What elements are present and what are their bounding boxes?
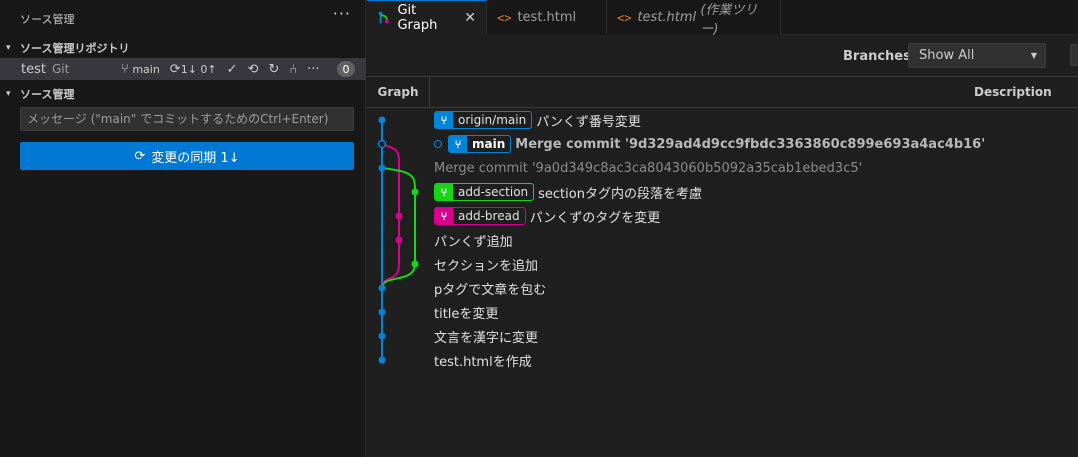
branch-ref-label[interactable]: ⑂ origin/main <box>434 111 533 129</box>
branch-ref-label[interactable]: ⑂ add-bread <box>434 207 526 225</box>
chevron-down-icon: ▾ <box>6 43 11 53</box>
more-icon[interactable]: ··· <box>307 62 319 77</box>
repositories-section-header[interactable]: ▾ ソース管理リポジトリ <box>6 40 129 56</box>
changes-count-badge: 0 <box>337 61 355 77</box>
branch-ref-label[interactable]: ⑂ main <box>448 135 512 153</box>
branch-ref-name: add-bread <box>458 209 520 223</box>
commit-row[interactable]: Merge commit '9a0d349c8ac3ca8043060b5092… <box>434 156 862 180</box>
commit-node[interactable] <box>411 188 419 196</box>
commit-node[interactable] <box>378 308 386 316</box>
graph-table-header: Graph Description <box>367 76 1078 108</box>
commit-message: pタグで文章を包む <box>434 282 547 298</box>
column-header-description[interactable]: Description <box>974 85 1052 99</box>
tab-test-html[interactable]: <> test.html <box>487 0 607 35</box>
branches-dropdown[interactable]: Show All ▼ <box>908 43 1046 68</box>
commit-node[interactable] <box>377 139 387 149</box>
column-header-graph[interactable]: Graph <box>367 77 430 107</box>
commit-node[interactable] <box>378 356 386 364</box>
commit-row[interactable]: パンくず追加 <box>434 228 513 252</box>
branches-toolbar: Branches: Show All ▼ <box>367 36 1078 76</box>
sync-changes-button[interactable]: ⟳ 変更の同期 1↓ <box>20 142 354 170</box>
commit-message: パンくずのタグを変更 <box>529 210 661 226</box>
commit-row[interactable]: ⑂ main Merge commit '9d329ad4d9cc9fbdc3363… <box>434 132 985 156</box>
git-graph-tab-icon <box>378 11 389 24</box>
commit-node[interactable] <box>378 332 386 340</box>
branch-icon: ⑂ <box>449 136 467 152</box>
branch-icon: ⑂ <box>435 208 453 224</box>
commit-node[interactable] <box>411 260 419 268</box>
commit-row[interactable]: test.htmlを作成 <box>434 348 532 372</box>
commit-message: 文言を漢字に変更 <box>434 330 539 346</box>
changes-section-label: ソース管理 <box>20 88 75 101</box>
repo-type: Git <box>51 62 70 76</box>
branch-icon: ⑂ <box>435 184 453 200</box>
branch-ref-name: origin/main <box>458 113 527 127</box>
toolbar-checkbox[interactable] <box>1070 44 1078 66</box>
sync-counts: 1↓ 0↑ <box>180 62 217 76</box>
commit-node[interactable] <box>378 116 386 124</box>
html-file-icon: <> <box>497 10 512 25</box>
repo-name: test <box>21 61 46 77</box>
commit-graph <box>377 116 419 364</box>
commit-check-icon[interactable]: ✓ <box>227 62 238 77</box>
commit-message: パンくず追加 <box>434 234 513 250</box>
branch-name: main <box>132 62 160 76</box>
tab-test-html-working-tree[interactable]: <> test.html (作業ツリー) <box>607 0 781 37</box>
panel-title: ソース管理 <box>20 13 75 26</box>
branches-value: Show All <box>919 48 975 63</box>
commit-message: Merge commit '9a0d349c8ac3ca8043060b5092… <box>434 160 863 176</box>
commit-row[interactable]: ⑂ origin/main パンくず番号変更 <box>434 108 641 132</box>
commit-row[interactable]: ⑂ add-section sectionタグ内の段落を考慮 <box>434 180 702 204</box>
branches-label: Branches: <box>843 49 917 64</box>
commit-message: sectionタグ内の段落を考慮 <box>538 186 702 202</box>
more-actions-icon[interactable]: ··· <box>333 4 351 23</box>
commit-message: titleを変更 <box>434 306 499 322</box>
refresh-icon[interactable]: ↻ <box>268 62 279 77</box>
tab-git-graph[interactable]: Git Graph ✕ <box>367 0 487 35</box>
branch-picker[interactable]: ⑂ main <box>121 62 160 77</box>
commit-node[interactable] <box>395 236 403 244</box>
branch-ref-name: add-section <box>458 185 529 199</box>
chevron-down-icon: ▼ <box>1030 51 1037 60</box>
commit-message-input[interactable] <box>20 107 354 131</box>
git-graph-view: Branches: Show All ▼ Graph Description ⑂… <box>367 36 1078 457</box>
tab-label: Git Graph <box>397 3 438 33</box>
current-head-icon <box>434 140 442 148</box>
sync-status[interactable]: ⟳1↓ 0↑ <box>170 62 217 77</box>
commit-row[interactable]: pタグで文章を包む <box>434 276 546 300</box>
sync-icon: ⟳ <box>169 61 181 77</box>
commit-row[interactable]: ⑂ add-bread パンくずのタグを変更 <box>434 204 660 228</box>
editor-tabs: Git Graph ✕ <> test.html <> test.html (作… <box>367 0 1078 37</box>
branch-ref-name: main <box>472 137 506 151</box>
commit-message: test.htmlを作成 <box>434 354 532 370</box>
changes-section-header[interactable]: ▾ ソース管理 <box>6 86 74 102</box>
commit-node[interactable] <box>395 212 403 220</box>
commit-row[interactable]: セクションを追加 <box>434 252 538 276</box>
close-icon[interactable]: ✕ <box>464 10 476 26</box>
git-graph-icon[interactable]: ⑃ <box>289 62 297 77</box>
history-icon[interactable]: ⟲ <box>248 62 259 77</box>
chevron-down-icon: ▾ <box>6 89 11 99</box>
tab-suffix: (作業ツリー) <box>700 2 758 37</box>
commit-message: Merge commit '9d329ad4d9cc9fbdc3363860c8… <box>515 136 986 152</box>
source-control-panel: ソース管理 ··· ▾ ソース管理リポジトリ test Git ⑂ main ⟳… <box>0 0 366 457</box>
html-file-icon: <> <box>617 10 632 25</box>
repository-row[interactable]: test Git ⑂ main ⟳1↓ 0↑ ✓ ⟲ ↻ ⑃ ··· 0 <box>0 58 366 80</box>
commit-row[interactable]: 文言を漢字に変更 <box>434 324 538 348</box>
sync-button-label: 変更の同期 1↓ <box>151 150 240 166</box>
commit-node[interactable] <box>378 284 386 292</box>
branch-icon: ⑂ <box>435 112 453 128</box>
commit-message: セクションを追加 <box>434 258 539 274</box>
commit-message: パンくず番号変更 <box>536 114 641 130</box>
commit-node[interactable] <box>378 164 386 172</box>
branch-ref-label[interactable]: ⑂ add-section <box>434 183 535 201</box>
tab-label: test.html <box>517 10 577 25</box>
branch-icon: ⑂ <box>121 61 129 77</box>
repositories-section-label: ソース管理リポジトリ <box>20 42 130 55</box>
commit-row[interactable]: titleを変更 <box>434 300 498 324</box>
sync-icon: ⟳ <box>134 148 146 164</box>
tab-label: test.html <box>637 10 697 25</box>
